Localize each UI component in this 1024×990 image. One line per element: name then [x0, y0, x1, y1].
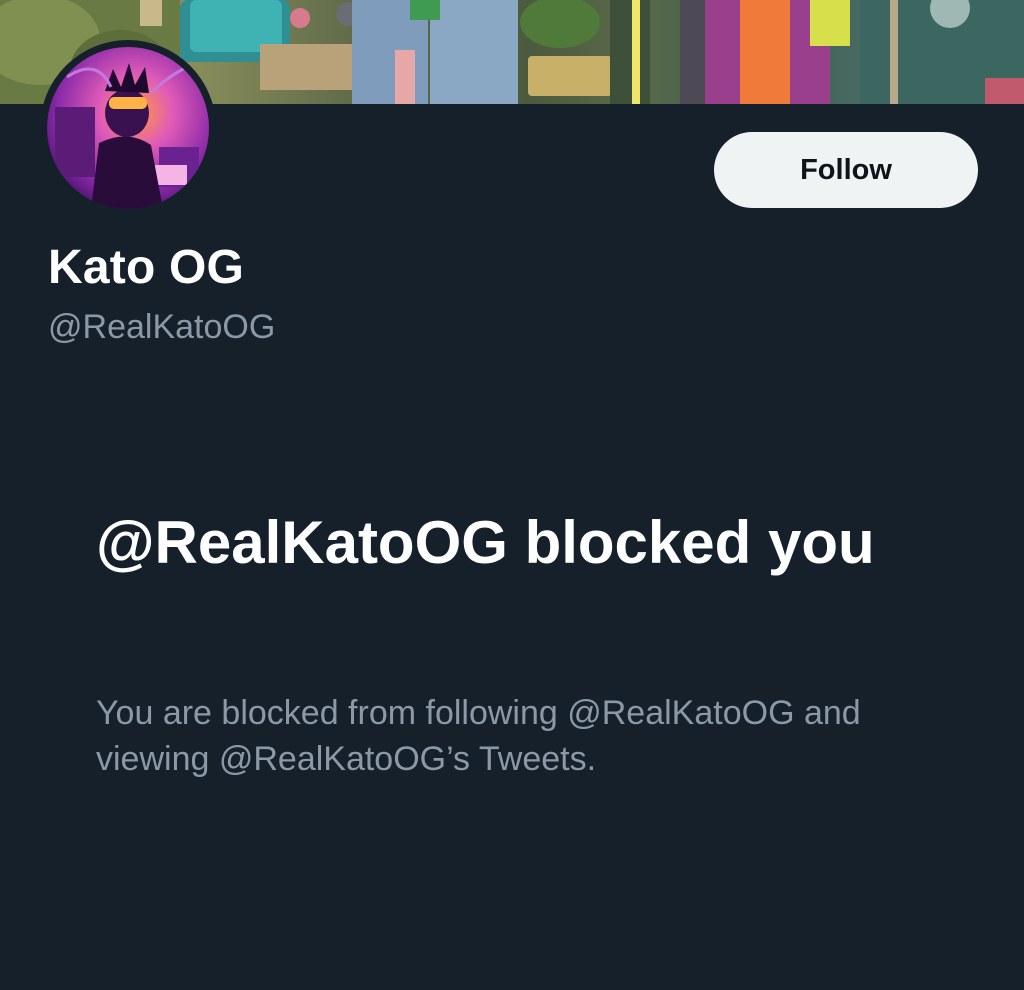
- profile-display-name: Kato OG: [48, 241, 245, 294]
- blocked-message-title: @RealKatoOG blocked you: [96, 509, 875, 576]
- blocked-message-description: You are blocked from following @RealKato…: [96, 694, 861, 778]
- avatar-image: [47, 47, 209, 209]
- profile-page: Follow Kato OG @RealKatoOG @RealKatoOG b…: [0, 0, 1024, 990]
- profile-handle: @RealKatoOG: [48, 308, 276, 346]
- follow-button[interactable]: Follow: [714, 132, 978, 208]
- profile-avatar[interactable]: [40, 40, 216, 216]
